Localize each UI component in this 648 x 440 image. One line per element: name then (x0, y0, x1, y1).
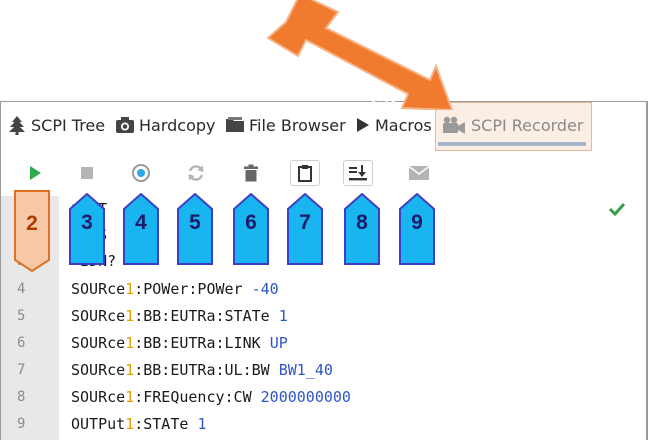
command-value: 1 (197, 415, 207, 433)
refresh-button[interactable] (182, 160, 210, 186)
command-path: :FREQuency:CW (134, 388, 261, 406)
callout-number: 4 (135, 211, 147, 234)
callout-marker-7: 7 (287, 192, 323, 265)
tab-label: Macros (375, 115, 432, 135)
callout-marker-9: 9 (399, 192, 435, 265)
tree-icon (9, 116, 25, 135)
delete-button[interactable] (237, 160, 265, 186)
command-path: :STATe (134, 415, 198, 433)
command-index: 1 (125, 388, 135, 406)
tab-scpi-recorder[interactable]: SCPI Recorder (441, 112, 583, 138)
command-index: 1 (125, 334, 135, 352)
tab-file-browser[interactable]: File Browser (225, 112, 346, 138)
command-keyword: SOURce (71, 334, 126, 352)
clipboard-icon (298, 165, 312, 182)
mail-icon (408, 165, 430, 180)
active-tab-indicator (438, 142, 586, 146)
check-icon (608, 202, 626, 216)
callout-marker-2: 2 (14, 190, 50, 273)
callout-marker-5: 5 (177, 192, 213, 265)
callout-number: 2 (26, 212, 38, 235)
recorder-toolbar (1, 154, 646, 194)
callout-number: 5 (189, 211, 201, 234)
command-value: -40 (251, 280, 279, 298)
mail-button[interactable] (405, 160, 433, 186)
command-path: :BB:EUTRa:LINK (134, 334, 270, 352)
callout-number: 8 (356, 211, 368, 234)
callout-marker-3: 3 (69, 192, 105, 265)
callout-marker-8: 8 (344, 192, 380, 265)
code-line[interactable]: 6 SOURce1:BB:EUTRa:LINK UP (1, 330, 646, 356)
command-value: 1 (278, 307, 288, 325)
tab-label: SCPI Recorder (471, 115, 584, 135)
download-button[interactable] (343, 160, 373, 186)
record-icon (132, 164, 150, 182)
tab-label: SCPI Tree (31, 115, 106, 135)
line-number: 4 (17, 281, 26, 297)
line-number: 7 (17, 362, 26, 378)
refresh-icon (188, 165, 204, 181)
download-icon (349, 165, 367, 181)
play-icon (30, 166, 41, 180)
command-index: 1 (125, 361, 135, 379)
camera-icon (116, 117, 134, 133)
callout-marker-4: 4 (123, 192, 159, 265)
stop-icon (81, 167, 93, 179)
callout-number: 3 (81, 211, 93, 234)
command-keyword: SOURce (71, 361, 126, 379)
command-index: 1 (125, 307, 135, 325)
code-line[interactable]: 8 SOURce1:FREQuency:CW 2000000000 (1, 384, 646, 410)
record-button[interactable] (127, 160, 155, 186)
clipboard-button[interactable] (290, 160, 320, 186)
play-triangle-icon (357, 118, 369, 132)
callout-marker-6: 6 (233, 192, 269, 265)
code-line[interactable]: 9 OUTPut1:STATe 1 (1, 411, 646, 437)
stop-button[interactable] (73, 160, 101, 186)
command-keyword: SOURce (71, 280, 126, 298)
play-button[interactable] (21, 160, 49, 186)
trash-icon (244, 164, 258, 182)
select-tab-callout-arrow (266, 0, 454, 110)
line-number: 5 (17, 308, 26, 324)
callout-number: 7 (299, 211, 311, 234)
tab-label: Hardcopy (139, 115, 216, 135)
command-path: :BB:EUTRa:UL:BW (134, 361, 279, 379)
tab-hardcopy[interactable]: Hardcopy (115, 112, 216, 138)
command-keyword: SOURce (71, 307, 126, 325)
command-index: 1 (125, 280, 135, 298)
callout-number: 9 (411, 211, 423, 234)
command-keyword: OUTPut (71, 415, 126, 433)
code-line[interactable]: 7 SOURce1:BB:EUTRa:UL:BW BW1_40 (1, 357, 646, 383)
command-value: UP (269, 334, 288, 352)
callout-number: 6 (245, 211, 257, 234)
command-value: BW1_40 (278, 361, 333, 379)
code-line[interactable]: 5 SOURce1:BB:EUTRa:STATe 1 (1, 303, 646, 329)
line-number: 9 (17, 416, 26, 432)
scpi-window: SCPI Tree Hardcopy File Browser Macros S… (0, 101, 648, 440)
command-keyword: SOURce (71, 388, 126, 406)
line-number: 6 (17, 335, 26, 351)
tab-label: File Browser (249, 115, 346, 135)
folder-icon (226, 117, 244, 132)
video-camera-icon (443, 116, 465, 134)
line-number: 8 (17, 389, 26, 405)
command-index: 1 (125, 415, 135, 433)
tab-scpi-tree[interactable]: SCPI Tree (7, 112, 105, 138)
command-value: 2000000000 (260, 388, 351, 406)
command-path: :POWer:POWer (134, 280, 252, 298)
command-path: :BB:EUTRa:STATe (134, 307, 279, 325)
code-line[interactable]: 4 SOURce1:POWer:POWer -40 (1, 276, 646, 302)
